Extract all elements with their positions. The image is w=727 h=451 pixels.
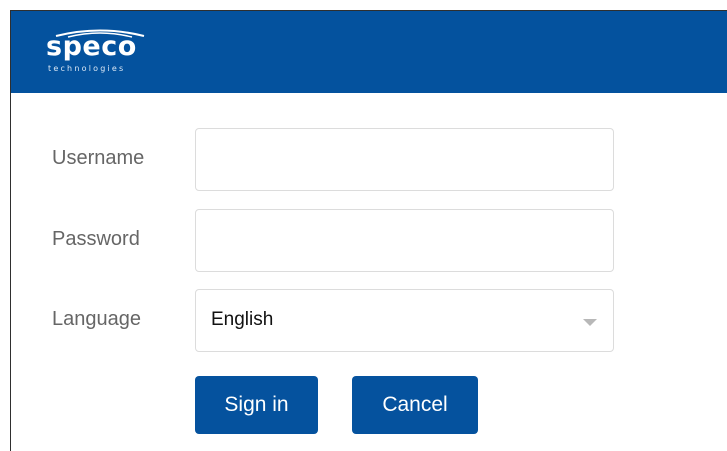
username-input[interactable] (196, 129, 613, 190)
username-field[interactable] (195, 128, 614, 191)
sign-in-button[interactable]: Sign in (195, 376, 318, 434)
header-bar: speco technologies (11, 11, 727, 93)
language-selected-value: English (211, 309, 274, 330)
speco-logo: speco technologies (46, 25, 156, 77)
language-select[interactable]: English (195, 289, 614, 352)
cancel-button[interactable]: Cancel (352, 376, 478, 434)
password-input[interactable] (196, 210, 613, 271)
logo-tagline: technologies (48, 64, 126, 73)
logo-wordmark: speco (46, 31, 137, 62)
password-field[interactable] (195, 209, 614, 272)
language-label: Language (52, 308, 141, 330)
login-window: speco technologies Username Password Lan… (10, 10, 727, 451)
username-label: Username (52, 147, 145, 169)
chevron-down-icon (583, 319, 597, 326)
password-label: Password (52, 228, 140, 250)
